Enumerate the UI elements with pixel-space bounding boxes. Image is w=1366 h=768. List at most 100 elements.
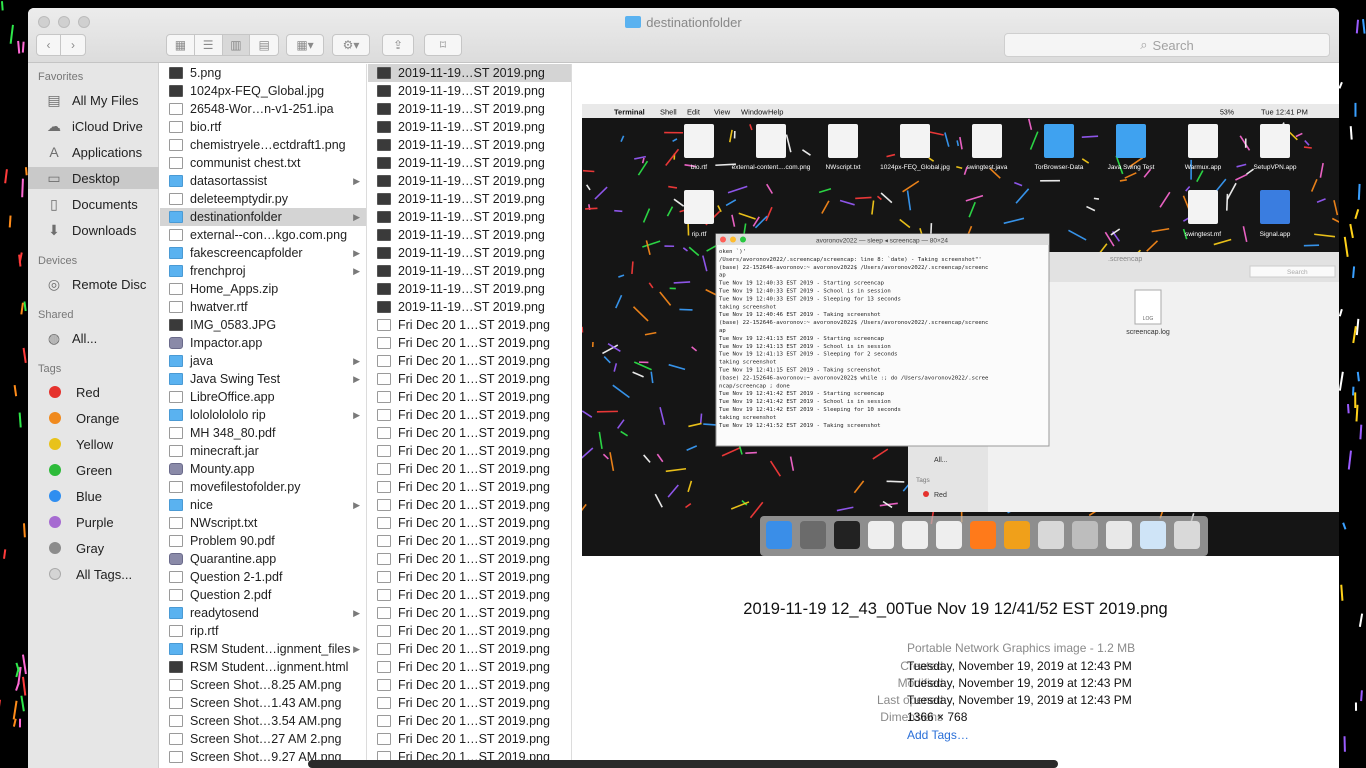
sidebar-tag-gray[interactable]: Gray bbox=[28, 537, 159, 559]
edit-tags-button[interactable]: ⌑ bbox=[424, 34, 462, 56]
arrange-button[interactable]: ▦▾ bbox=[286, 34, 324, 56]
screenshot-row[interactable]: 2019-11-19…ST 2019.png bbox=[368, 118, 571, 136]
screenshot-row[interactable]: Fri Dec 20 1…ST 2019.png bbox=[368, 730, 571, 748]
sidebar-tag-red[interactable]: Red bbox=[28, 381, 159, 403]
file-row[interactable]: NWscript.txt bbox=[160, 514, 366, 532]
screenshot-row[interactable]: Fri Dec 20 1…ST 2019.png bbox=[368, 658, 571, 676]
sidebar-item-all-my-files[interactable]: ▤ All My Files bbox=[28, 89, 159, 111]
sidebar-item-desktop[interactable]: ▭ Desktop bbox=[28, 167, 159, 189]
screenshot-row[interactable]: 2019-11-19…ST 2019.png bbox=[368, 136, 571, 154]
file-row[interactable]: Question 2.pdf bbox=[160, 586, 366, 604]
file-row[interactable]: nice ▶ bbox=[160, 496, 366, 514]
screenshot-row[interactable]: Fri Dec 20 1…ST 2019.png bbox=[368, 406, 571, 424]
sidebar-item-applications[interactable]: A Applications bbox=[28, 141, 159, 163]
column-view-button[interactable]: ▥ bbox=[222, 35, 251, 55]
horizontal-scrollbar[interactable] bbox=[308, 760, 1058, 768]
file-row[interactable]: datasortassist ▶ bbox=[160, 172, 366, 190]
screenshot-row[interactable]: Fri Dec 20 1…ST 2019.png bbox=[368, 586, 571, 604]
file-row[interactable]: fakescreencapfolder ▶ bbox=[160, 244, 366, 262]
file-row[interactable]: minecraft.jar bbox=[160, 442, 366, 460]
file-row[interactable]: bio.rtf bbox=[160, 118, 366, 136]
cover-flow-button[interactable]: ▤ bbox=[250, 35, 278, 55]
file-row[interactable]: hwatver.rtf bbox=[160, 298, 366, 316]
sidebar-item-remote-disc[interactable]: ◎ Remote Disc bbox=[28, 273, 159, 295]
file-row[interactable]: Quarantine.app bbox=[160, 550, 366, 568]
file-row[interactable]: Screen Shot…8.25 AM.png bbox=[160, 676, 366, 694]
file-row[interactable]: Screen Shot…27 AM 2.png bbox=[160, 730, 366, 748]
screenshot-row[interactable]: Fri Dec 20 1…ST 2019.png bbox=[368, 514, 571, 532]
file-row[interactable]: Screen Shot…3.54 AM.png bbox=[160, 712, 366, 730]
file-row[interactable]: Mounty.app bbox=[160, 460, 366, 478]
sidebar-tag-all-tags-[interactable]: All Tags... bbox=[28, 563, 159, 585]
file-row[interactable]: 26548-Wor…n-v1-251.ipa bbox=[160, 100, 366, 118]
add-tags-link[interactable]: Add Tags… bbox=[907, 728, 969, 742]
screenshot-row[interactable]: Fri Dec 20 1…ST 2019.png bbox=[368, 622, 571, 640]
screenshot-row[interactable]: Fri Dec 20 1…ST 2019.png bbox=[368, 604, 571, 622]
sidebar-item-icloud-drive[interactable]: ☁ iCloud Drive bbox=[28, 115, 159, 137]
file-row[interactable]: readytosend ▶ bbox=[160, 604, 366, 622]
screenshot-row[interactable]: 2019-11-19…ST 2019.png bbox=[368, 82, 571, 100]
screenshot-row[interactable]: Fri Dec 20 1…ST 2019.png bbox=[368, 442, 571, 460]
file-row[interactable]: lolololololo rip ▶ bbox=[160, 406, 366, 424]
screenshot-row[interactable]: 2019-11-19…ST 2019.png bbox=[368, 226, 571, 244]
file-row[interactable]: Screen Shot…1.43 AM.png bbox=[160, 694, 366, 712]
file-row[interactable]: 1024px-FEQ_Global.jpg bbox=[160, 82, 366, 100]
sidebar-tag-blue[interactable]: Blue bbox=[28, 485, 159, 507]
screenshot-row[interactable]: Fri Dec 20 1…ST 2019.png bbox=[368, 712, 571, 730]
screenshot-row[interactable]: 2019-11-19…ST 2019.png bbox=[368, 298, 571, 316]
screenshot-row[interactable]: Fri Dec 20 1…ST 2019.png bbox=[368, 370, 571, 388]
screenshot-row[interactable]: 2019-11-19…ST 2019.png bbox=[368, 64, 571, 82]
file-row[interactable]: chemistryele…ectdraft1.png bbox=[160, 136, 366, 154]
screenshot-row[interactable]: 2019-11-19…ST 2019.png bbox=[368, 172, 571, 190]
list-view-button[interactable]: ☰ bbox=[195, 35, 223, 55]
file-row[interactable]: RSM Student…ignment.html bbox=[160, 658, 366, 676]
file-row[interactable]: MH 348_80.pdf bbox=[160, 424, 366, 442]
icon-view-button[interactable]: ▦ bbox=[167, 35, 195, 55]
file-row[interactable]: IMG_0583.JPG bbox=[160, 316, 366, 334]
screenshot-row[interactable]: Fri Dec 20 1…ST 2019.png bbox=[368, 550, 571, 568]
file-row[interactable]: frenchproj ▶ bbox=[160, 262, 366, 280]
file-row[interactable]: 5.png bbox=[160, 64, 366, 82]
screenshot-row[interactable]: 2019-11-19…ST 2019.png bbox=[368, 280, 571, 298]
share-button[interactable]: ⇪ bbox=[382, 34, 414, 56]
file-row[interactable]: deleteemptydir.py bbox=[160, 190, 366, 208]
sidebar-item-shared-all[interactable]: ◍ All... bbox=[28, 327, 159, 349]
sidebar-tag-yellow[interactable]: Yellow bbox=[28, 433, 159, 455]
forward-button[interactable]: › bbox=[61, 35, 85, 55]
screenshot-row[interactable]: Fri Dec 20 1…ST 2019.png bbox=[368, 424, 571, 442]
screenshot-row[interactable]: Fri Dec 20 1…ST 2019.png bbox=[368, 694, 571, 712]
file-row[interactable]: Problem 90.pdf bbox=[160, 532, 366, 550]
file-row[interactable]: rip.rtf bbox=[160, 622, 366, 640]
screenshot-row[interactable]: Fri Dec 20 1…ST 2019.png bbox=[368, 460, 571, 478]
sidebar-tag-orange[interactable]: Orange bbox=[28, 407, 159, 429]
screenshot-row[interactable]: 2019-11-19…ST 2019.png bbox=[368, 100, 571, 118]
screenshot-row[interactable]: Fri Dec 20 1…ST 2019.png bbox=[368, 352, 571, 370]
screenshot-row[interactable]: Fri Dec 20 1…ST 2019.png bbox=[368, 532, 571, 550]
back-button[interactable]: ‹ bbox=[37, 35, 62, 55]
screenshot-row[interactable]: Fri Dec 20 1…ST 2019.png bbox=[368, 496, 571, 514]
sidebar-item-downloads[interactable]: ⬇ Downloads bbox=[28, 219, 159, 241]
screenshot-row[interactable]: 2019-11-19…ST 2019.png bbox=[368, 262, 571, 280]
file-row[interactable]: external--con…kgo.com.png bbox=[160, 226, 366, 244]
file-row[interactable]: Question 2-1.pdf bbox=[160, 568, 366, 586]
file-row[interactable]: Java Swing Test ▶ bbox=[160, 370, 366, 388]
screenshot-row[interactable]: 2019-11-19…ST 2019.png bbox=[368, 208, 571, 226]
screenshot-row[interactable]: Fri Dec 20 1…ST 2019.png bbox=[368, 316, 571, 334]
screenshot-row[interactable]: Fri Dec 20 1…ST 2019.png bbox=[368, 676, 571, 694]
file-row[interactable]: RSM Student…ignment_files ▶ bbox=[160, 640, 366, 658]
search-field[interactable]: ⌕ Search bbox=[1004, 33, 1330, 57]
screenshot-row[interactable]: Fri Dec 20 1…ST 2019.png bbox=[368, 478, 571, 496]
screenshot-row[interactable]: 2019-11-19…ST 2019.png bbox=[368, 190, 571, 208]
screenshot-row[interactable]: Fri Dec 20 1…ST 2019.png bbox=[368, 334, 571, 352]
file-row[interactable]: destinationfolder ▶ bbox=[160, 208, 366, 226]
screenshot-row[interactable]: 2019-11-19…ST 2019.png bbox=[368, 154, 571, 172]
sidebar-tag-green[interactable]: Green bbox=[28, 459, 159, 481]
file-row[interactable]: java ▶ bbox=[160, 352, 366, 370]
file-row[interactable]: LibreOffice.app bbox=[160, 388, 366, 406]
file-row[interactable]: communist chest.txt bbox=[160, 154, 366, 172]
sidebar-item-documents[interactable]: ▯ Documents bbox=[28, 193, 159, 215]
screenshot-row[interactable]: 2019-11-19…ST 2019.png bbox=[368, 244, 571, 262]
file-row[interactable]: Home_Apps.zip bbox=[160, 280, 366, 298]
screenshot-row[interactable]: Fri Dec 20 1…ST 2019.png bbox=[368, 388, 571, 406]
screenshot-row[interactable]: Fri Dec 20 1…ST 2019.png bbox=[368, 568, 571, 586]
